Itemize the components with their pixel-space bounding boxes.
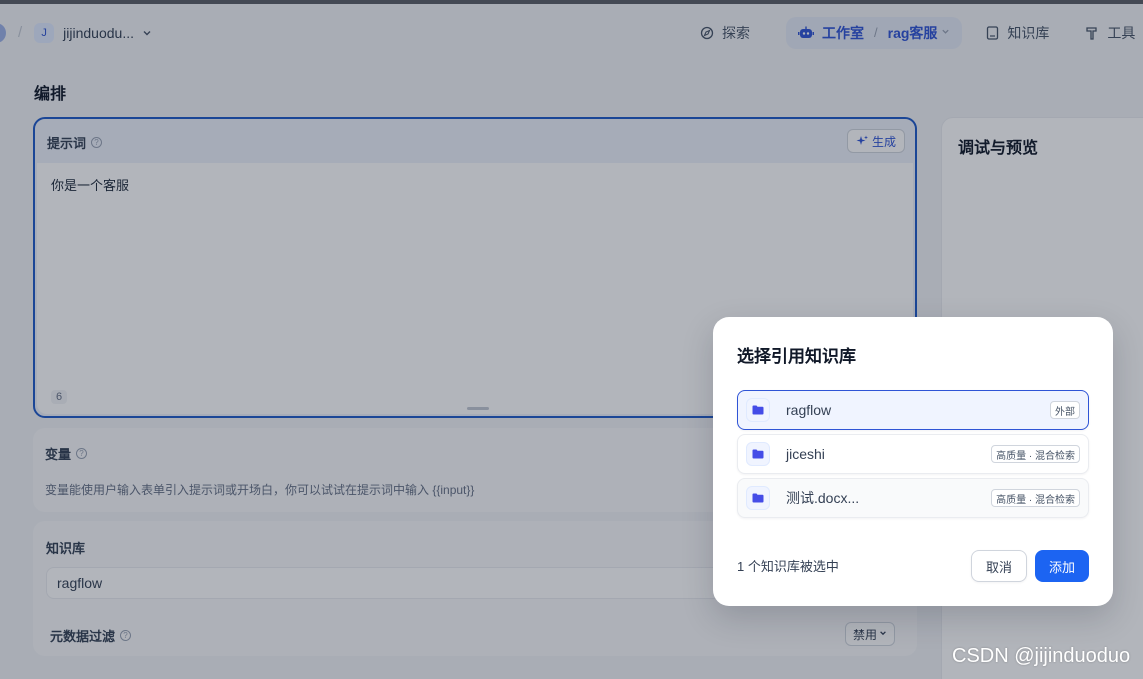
watermark: CSDN @jijinduoduo [952,645,1131,667]
knowledge-option-tag: 外部 [1050,401,1080,419]
knowledge-option-name: ragflow [786,402,832,418]
knowledge-option[interactable]: 测试.docx... 高质量 · 混合检索 [737,478,1089,518]
knowledge-list: ragflow 外部 jiceshi 高质量 · 混合检索 测试.docx...… [737,390,1089,522]
knowledge-option-tag: 高质量 · 混合检索 [991,489,1080,507]
folder-icon [746,486,770,510]
select-knowledge-modal: 选择引用知识库 ragflow 外部 jiceshi 高质量 · 混合检索 测试… [713,317,1113,606]
selected-count: 1 个知识库被选中 [737,559,839,574]
knowledge-option-tag: 高质量 · 混合检索 [991,445,1080,463]
knowledge-option-name: 测试.docx... [786,490,860,506]
modal-title: 选择引用知识库 [737,347,856,366]
knowledge-option[interactable]: jiceshi 高质量 · 混合检索 [737,434,1089,474]
knowledge-option-name: jiceshi [786,446,825,462]
knowledge-option[interactable]: ragflow 外部 [737,390,1089,430]
folder-icon [746,398,770,422]
cancel-button[interactable]: 取消 [971,550,1027,582]
add-button[interactable]: 添加 [1035,550,1089,582]
folder-icon [746,442,770,466]
